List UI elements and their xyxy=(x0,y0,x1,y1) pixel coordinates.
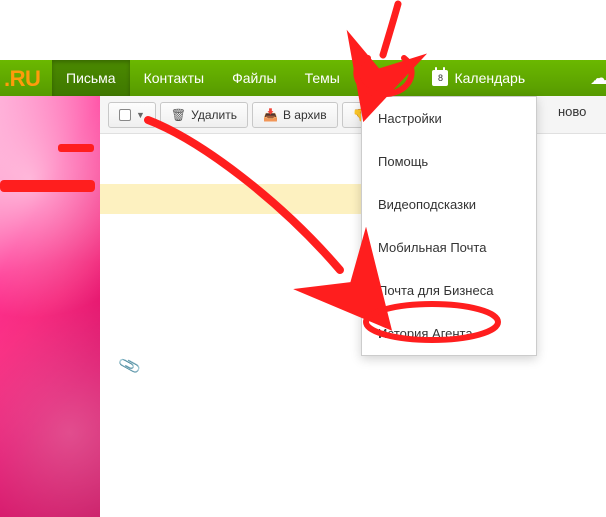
archive-button[interactable]: 📥 В архив xyxy=(252,102,338,128)
nav-calendar[interactable]: 8 Календарь xyxy=(418,60,539,96)
archive-icon: 📥 xyxy=(263,108,278,122)
nav-more[interactable]: Ещё xyxy=(354,60,419,96)
nav-themes[interactable]: Темы xyxy=(291,60,354,96)
nav-calendar-label: Календарь xyxy=(454,70,525,86)
dd-mobile[interactable]: Мобильная Почта xyxy=(362,226,536,269)
checkbox-icon xyxy=(119,109,131,121)
calendar-icon: 8 xyxy=(432,70,448,86)
cloud-icon[interactable]: ☁ xyxy=(590,68,606,89)
chevron-down-icon: ▼ xyxy=(136,110,145,120)
dd-videohints[interactable]: Видеоподсказки xyxy=(362,183,536,226)
right-text-partial[interactable]: ново xyxy=(558,104,586,119)
logo-suffix: .RU xyxy=(0,60,52,96)
sidebar-background xyxy=(0,96,100,517)
dd-business[interactable]: Почта для Бизнеса xyxy=(362,269,536,312)
nav-contacts[interactable]: Контакты xyxy=(130,60,218,96)
nav-mail[interactable]: Письма xyxy=(52,60,130,96)
dd-help[interactable]: Помощь xyxy=(362,140,536,183)
dd-settings[interactable]: Настройки xyxy=(362,97,536,140)
dd-agent-history[interactable]: История Агента xyxy=(362,312,536,355)
archive-label: В архив xyxy=(283,108,327,122)
more-dropdown: Настройки Помощь Видеоподсказки Мобильна… xyxy=(361,96,537,356)
delete-label: Удалить xyxy=(191,108,237,122)
trash-icon: 🗑 xyxy=(171,108,186,122)
nav-files[interactable]: Файлы xyxy=(218,60,290,96)
delete-button[interactable]: 🗑 Удалить xyxy=(160,102,248,128)
annotation-redaction xyxy=(0,180,95,192)
annotation-redaction xyxy=(58,144,94,152)
message-row-selected[interactable] xyxy=(100,184,362,214)
select-all-button[interactable]: ▼ xyxy=(108,102,156,128)
